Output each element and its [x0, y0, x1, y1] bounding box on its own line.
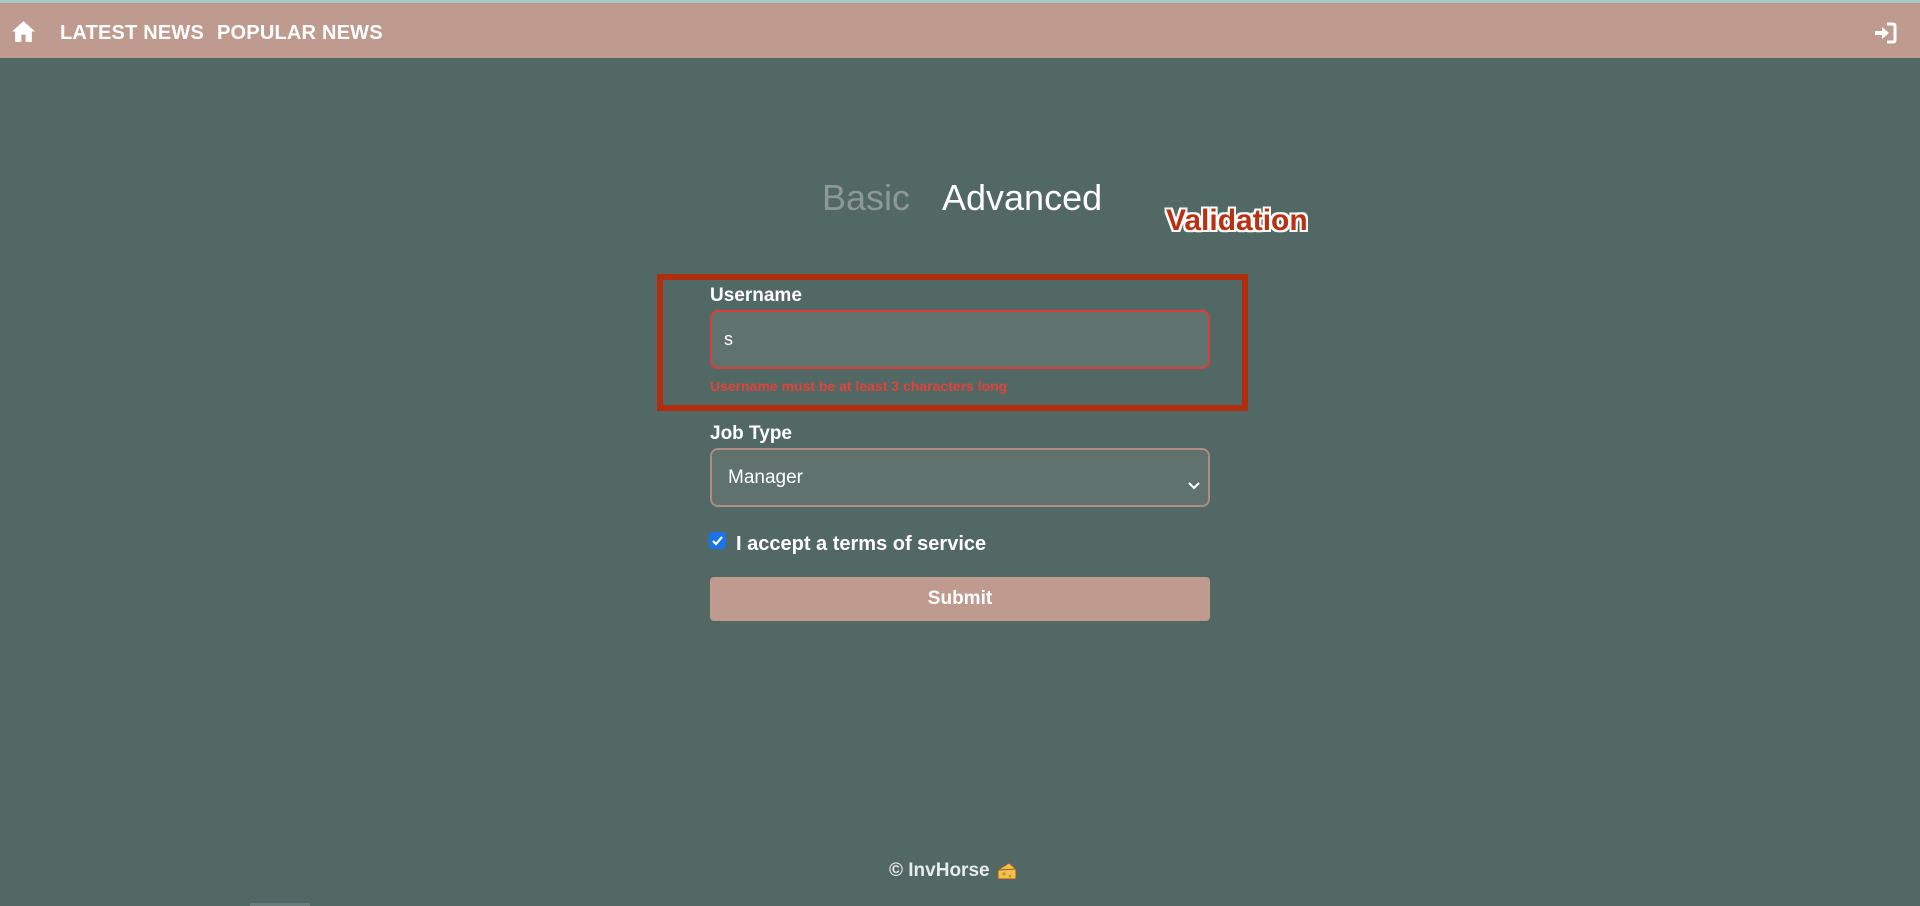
- username-input[interactable]: s: [710, 310, 1210, 369]
- terms-checkbox-label[interactable]: I accept a terms of service: [736, 533, 986, 556]
- username-error-message: Username must be at least 3 characters l…: [710, 378, 1008, 394]
- nav-link-popular-news[interactable]: POPULAR NEWS: [217, 22, 383, 45]
- job-type-label: Job Type: [710, 423, 792, 444]
- home-icon[interactable]: [11, 20, 36, 43]
- footer-copyright: © InvHorse: [889, 860, 990, 881]
- terms-checkbox[interactable]: [709, 532, 726, 549]
- job-type-select[interactable]: Manager: [710, 448, 1210, 507]
- chevron-down-icon: [1188, 474, 1200, 490]
- footer: © InvHorse: [889, 860, 1018, 882]
- top-navbar: LATEST NEWS POPULAR NEWS: [0, 3, 1920, 58]
- submit-button[interactable]: Submit: [710, 577, 1210, 621]
- job-type-selected-value: Manager: [728, 466, 803, 488]
- username-label: Username: [710, 285, 802, 306]
- username-input-value: s: [724, 329, 733, 349]
- sign-in-icon[interactable]: [1873, 22, 1897, 44]
- tab-basic[interactable]: Basic: [822, 177, 910, 219]
- cheese-icon: [996, 861, 1018, 881]
- nav-link-latest-news[interactable]: LATEST NEWS: [60, 22, 204, 45]
- validation-annotation-label: Validation: [1166, 204, 1308, 237]
- tab-advanced[interactable]: Advanced: [942, 177, 1102, 219]
- checkmark-icon: [712, 536, 723, 546]
